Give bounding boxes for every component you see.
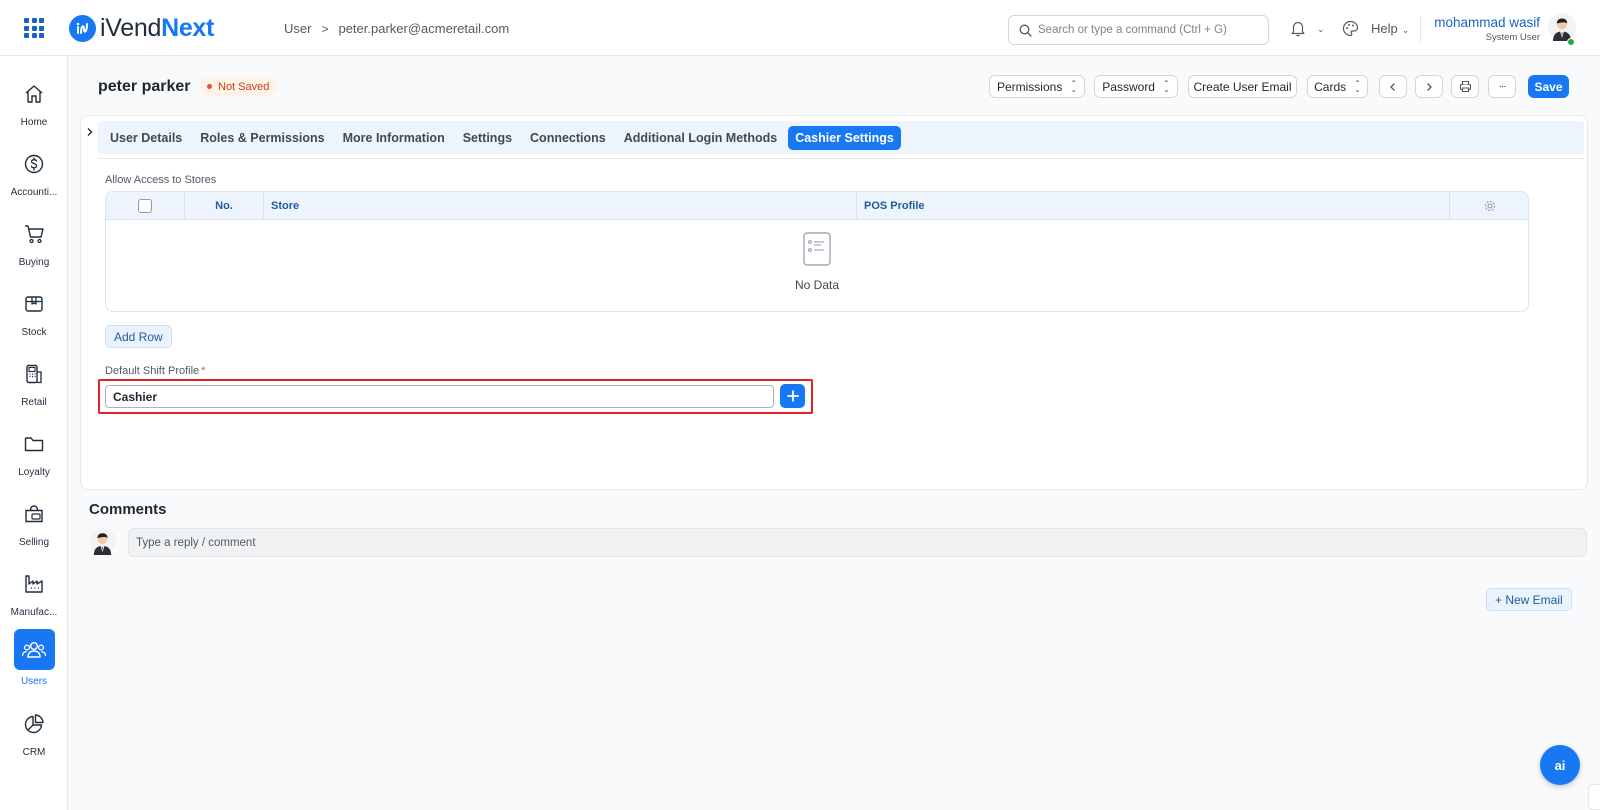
- status-dot-icon: [207, 84, 212, 89]
- breadcrumb: User > peter.parker@acmeretail.com: [284, 21, 509, 36]
- sidebar-item-retail[interactable]: Retail: [0, 354, 68, 416]
- sort-updown-icon: ⌃ ⌄: [1354, 78, 1361, 94]
- sidebar-item-stock[interactable]: Stock: [0, 284, 68, 346]
- users-icon: [13, 629, 55, 670]
- breadcrumb-parent[interactable]: User: [284, 21, 311, 36]
- page-title: peter parker: [98, 78, 191, 95]
- app-grid-icon[interactable]: [24, 18, 44, 38]
- online-status-dot: [1567, 38, 1575, 46]
- empty-state: No Data: [106, 232, 1528, 292]
- user-avatar[interactable]: [1548, 13, 1576, 41]
- tab-user-details[interactable]: User Details: [103, 127, 189, 149]
- pie-chart-icon: [14, 704, 54, 744]
- shift-profile-input[interactable]: [105, 385, 774, 408]
- next-record-button[interactable]: [1415, 75, 1443, 98]
- sort-updown-icon: ⌃ ⌄: [1162, 78, 1170, 94]
- empty-list-icon: [803, 232, 831, 266]
- search-icon: [1019, 24, 1032, 37]
- dollar-icon: [14, 144, 54, 184]
- tab-connections[interactable]: Connections: [523, 127, 613, 149]
- sidebar-item-loyalty[interactable]: Loyalty: [0, 424, 68, 486]
- chevron-down-icon: ⌄: [1401, 25, 1410, 35]
- printer-icon: [1459, 80, 1471, 93]
- search-input[interactable]: [1038, 24, 1258, 36]
- select-all-checkbox[interactable]: [138, 199, 152, 213]
- save-button[interactable]: Save: [1528, 75, 1569, 98]
- sidebar: Home Accounti... Buying Stock Retail Loy…: [0, 56, 68, 810]
- tab-settings[interactable]: Settings: [456, 127, 519, 149]
- plus-icon: [786, 390, 799, 402]
- sidebar-item-crm[interactable]: CRM: [0, 704, 68, 766]
- status-badge: Not Saved: [199, 77, 278, 96]
- tab-cashier-settings[interactable]: Cashier Settings: [788, 125, 901, 150]
- sidebar-item-home[interactable]: Home: [0, 74, 68, 136]
- stores-table: No. Store POS Profile No Data: [105, 191, 1529, 312]
- sidebar-item-accounting[interactable]: Accounti...: [0, 144, 68, 206]
- chevron-right-icon: [1427, 82, 1432, 91]
- avatar: [89, 528, 116, 555]
- search-bar[interactable]: [1008, 15, 1269, 45]
- tab-more-information[interactable]: More Information: [336, 127, 452, 149]
- column-header-store: Store: [264, 192, 857, 220]
- column-settings[interactable]: [1450, 192, 1528, 220]
- column-header-pos-profile: POS Profile: [857, 192, 1450, 220]
- ai-assistant-button[interactable]: ai: [1540, 745, 1580, 785]
- logo-text: iVendNext: [100, 14, 215, 42]
- scroll-to-top-button[interactable]: [1588, 784, 1600, 810]
- bell-icon[interactable]: [1290, 20, 1306, 37]
- factory-icon: [14, 564, 54, 604]
- stores-section-label: Allow Access to Stores: [105, 174, 217, 186]
- empty-state-text: No Data: [794, 278, 840, 292]
- top-navbar: iVendNext User > peter.parker@acmeretail…: [0, 0, 1600, 56]
- palette-icon[interactable]: [1342, 20, 1359, 37]
- app-logo[interactable]: iVendNext: [69, 14, 214, 43]
- box-icon: [14, 284, 54, 324]
- gear-icon: [1484, 200, 1496, 212]
- divider: [98, 158, 1584, 159]
- print-button[interactable]: [1451, 75, 1479, 98]
- expand-sidebar-toggle[interactable]: [80, 121, 98, 143]
- table-header: No. Store POS Profile: [106, 192, 1528, 220]
- shift-profile-label: Default Shift Profile *: [105, 365, 206, 377]
- user-role: System User: [1485, 32, 1540, 43]
- help-menu[interactable]: Help ⌄: [1371, 21, 1409, 36]
- sidebar-item-users[interactable]: Users: [0, 629, 68, 691]
- chevron-left-icon: [1390, 82, 1395, 91]
- comment-input[interactable]: [128, 528, 1587, 557]
- user-name[interactable]: mohammad wasif: [1434, 15, 1540, 30]
- folder-icon: [14, 424, 54, 464]
- previous-record-button[interactable]: [1379, 75, 1407, 98]
- tab-additional-login-methods[interactable]: Additional Login Methods: [617, 127, 784, 149]
- permissions-button[interactable]: Permissions ⌃ ⌄: [989, 75, 1085, 98]
- tab-roles-permissions[interactable]: Roles & Permissions: [193, 127, 331, 149]
- shopping-bag-icon: [14, 494, 54, 534]
- home-icon: [14, 74, 54, 114]
- comments-title: Comments: [89, 501, 167, 518]
- create-shift-profile-button[interactable]: [780, 384, 805, 408]
- password-button[interactable]: Password ⌃ ⌄: [1094, 75, 1178, 98]
- chevron-down-icon[interactable]: ⌄: [1317, 24, 1325, 35]
- select-all-column: [106, 192, 185, 220]
- column-header-no: No.: [185, 192, 264, 220]
- form-tabs: User Details Roles & Permissions More In…: [98, 121, 1584, 154]
- sidebar-item-manufacturing[interactable]: Manufac...: [0, 564, 68, 626]
- logo-mark-icon: [69, 15, 96, 42]
- breadcrumb-current[interactable]: peter.parker@acmeretail.com: [338, 21, 509, 36]
- cart-icon: [14, 214, 54, 254]
- sidebar-item-selling[interactable]: Selling: [0, 494, 68, 556]
- main-content: peter parker Not Saved Permissions ⌃ ⌄ Pas…: [68, 56, 1600, 810]
- sort-updown-icon: ⌃ ⌄: [1070, 78, 1078, 94]
- add-row-button[interactable]: Add Row: [105, 325, 172, 348]
- cards-button[interactable]: Cards ⌃ ⌄: [1307, 75, 1368, 98]
- chevron-right-icon: [87, 128, 92, 136]
- pos-terminal-icon: [14, 354, 54, 394]
- sidebar-item-buying[interactable]: Buying: [0, 214, 68, 276]
- chevron-right-icon: >: [321, 21, 329, 36]
- divider: [1420, 16, 1421, 44]
- more-actions-button[interactable]: ···: [1488, 75, 1516, 98]
- new-email-button[interactable]: + New Email: [1486, 588, 1572, 611]
- create-user-email-button[interactable]: Create User Email: [1188, 75, 1297, 98]
